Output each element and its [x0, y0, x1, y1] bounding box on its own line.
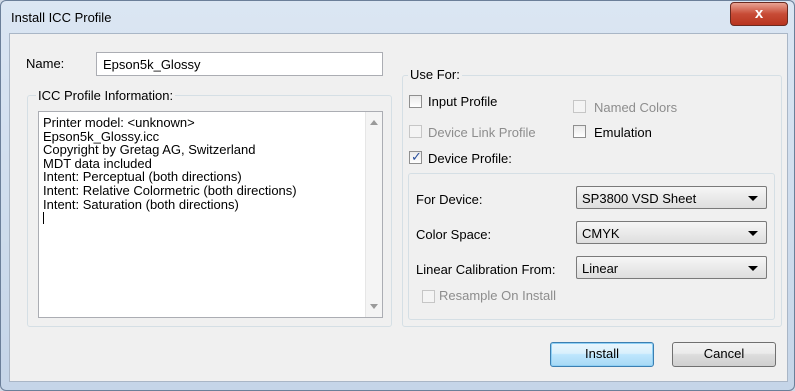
close-icon: x	[754, 5, 764, 22]
color-space-select[interactable]: CMYK	[576, 221, 767, 244]
info-line: Epson5k_Glossy.icc	[43, 128, 160, 144]
linear-calibration-label: Linear Calibration From:	[416, 262, 556, 277]
for-device-label: For Device:	[416, 192, 483, 207]
device-link-profile-checkbox[interactable]	[409, 125, 422, 138]
color-space-value: CMYK	[582, 226, 620, 241]
install-button[interactable]: Install	[550, 342, 654, 367]
input-profile-label: Input Profile	[428, 94, 498, 109]
icc-info-group: ICC Profile Information: Printer model: …	[27, 88, 392, 327]
color-space-label: Color Space:	[416, 227, 492, 242]
linear-calibration-value: Linear	[582, 261, 619, 276]
checkmark-icon: ✓	[411, 149, 422, 164]
device-link-profile-label: Device Link Profile	[428, 125, 536, 140]
emulation-label: Emulation	[594, 125, 652, 140]
scroll-up-icon[interactable]	[370, 120, 378, 125]
info-line: Printer model: <unknown>	[43, 115, 195, 130]
info-line: Copyright by Gretag AG, Switzerland	[43, 142, 256, 158]
resample-checkbox[interactable]	[422, 290, 435, 303]
dialog-body: Name: Epson5k_Glossy ICC Profile Informa…	[9, 33, 788, 382]
name-label: Name:	[26, 56, 65, 71]
icc-info-textarea[interactable]: Printer model: <unknown> Epson5k_Glossy.…	[38, 111, 383, 318]
icc-info-lines: Printer model: <unknown> Epson5k_Glossy.…	[43, 115, 297, 225]
chevron-down-icon	[748, 266, 758, 271]
for-device-select[interactable]: SP3800 VSD Sheet	[576, 186, 767, 209]
icc-info-legend: ICC Profile Information:	[36, 88, 176, 103]
chevron-down-icon	[748, 196, 758, 201]
cancel-button[interactable]: Cancel	[672, 342, 776, 367]
window-title: Install ICC Profile	[11, 10, 112, 25]
scroll-down-icon[interactable]	[370, 304, 378, 309]
named-colors-checkbox[interactable]	[573, 100, 586, 113]
chevron-down-icon	[748, 231, 758, 236]
resample-label: Resample On Install	[439, 288, 557, 303]
info-line: Intent: Relative Colormetric (both direc…	[43, 182, 297, 198]
named-colors-label: Named Colors	[594, 100, 678, 115]
device-profile-label: Device Profile:	[428, 151, 512, 166]
text-cursor	[43, 212, 44, 225]
close-button[interactable]: x	[730, 2, 788, 26]
for-device-value: SP3800 VSD Sheet	[582, 191, 697, 206]
info-scrollbar[interactable]	[365, 112, 382, 317]
linear-calibration-select[interactable]: Linear	[576, 256, 767, 279]
info-line: MDT data included	[43, 155, 152, 171]
use-for-legend: Use For:	[408, 67, 462, 82]
info-line: Intent: Perceptual (both directions)	[43, 169, 242, 185]
input-profile-checkbox[interactable]	[409, 95, 422, 108]
install-icc-profile-dialog: Install ICC Profile x Name: Epson5k_Glos…	[0, 0, 795, 391]
device-profile-checkbox[interactable]: ✓	[409, 149, 422, 164]
info-line: Intent: Saturation (both directions)	[43, 196, 239, 212]
emulation-checkbox[interactable]	[573, 125, 586, 138]
name-input-value: Epson5k_Glossy	[103, 57, 201, 72]
name-input[interactable]: Epson5k_Glossy	[96, 52, 383, 76]
